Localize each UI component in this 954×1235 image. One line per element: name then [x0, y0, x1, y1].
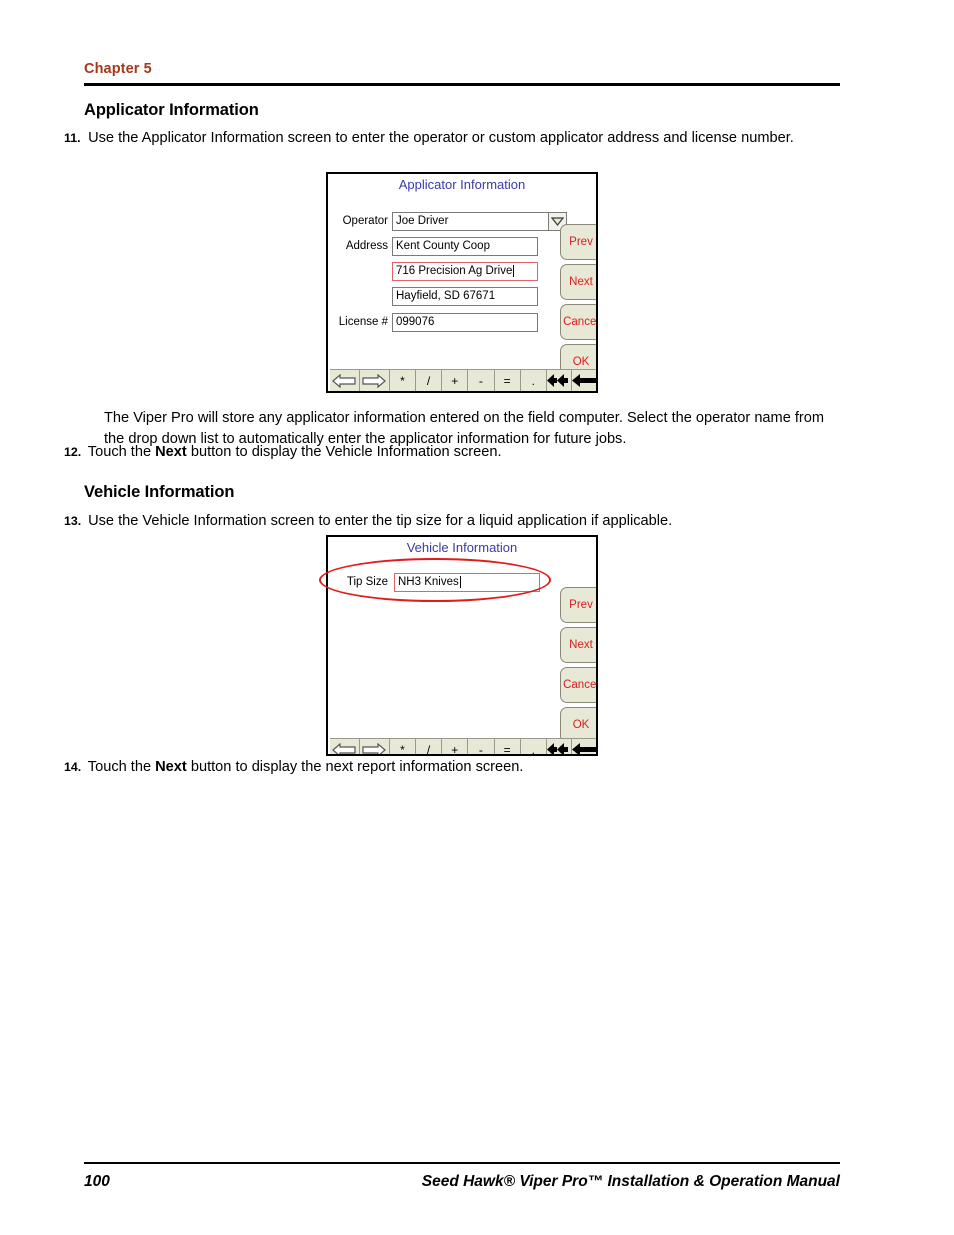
document-page: Chapter 5 Applicator Information 11. Use… [0, 0, 954, 1235]
right-arrow-outline-icon[interactable] [360, 739, 390, 754]
field-address-line3[interactable]: Hayfield, SD 67671 [392, 287, 538, 306]
dialog-title: Applicator Information [398, 177, 526, 192]
section-heading-vehicle-information: Vehicle Information [84, 483, 235, 501]
key-slash[interactable]: / [416, 370, 443, 391]
prev-button[interactable]: Prev [560, 224, 596, 260]
field-label-tip-size: Tip Size [346, 576, 388, 588]
section-heading-applicator-information: Applicator Information [84, 101, 259, 119]
next-button[interactable]: Next [560, 627, 596, 663]
step-12: 12. Touch the Next button to display the… [64, 444, 502, 460]
key-minus[interactable]: - [468, 370, 495, 391]
field-operator[interactable]: Joe Driver [392, 212, 567, 231]
footer-rule [84, 1162, 840, 1164]
keypad-toolbar: * / + - = . [330, 369, 596, 391]
step-13-text: Use the Vehicle Information screen to en… [88, 513, 673, 529]
prev-button[interactable]: Prev [560, 587, 596, 623]
key-slash[interactable]: / [416, 739, 443, 754]
figure-vehicle-information-screen: Vehicle Information Tip Size NH3 Knives … [326, 535, 598, 756]
step-14: 14. Touch the Next button to display the… [64, 759, 524, 775]
key-asterisk[interactable]: * [390, 370, 416, 391]
next-button[interactable]: Next [560, 264, 596, 300]
key-equals[interactable]: = [495, 370, 521, 391]
double-left-arrow-icon[interactable] [546, 370, 572, 391]
step-13: 13. Use the Vehicle Information screen t… [64, 513, 673, 529]
footer-page-number: 100 [84, 1173, 110, 1190]
left-arrow-outline-icon[interactable] [330, 739, 360, 754]
left-arrow-solid-icon[interactable] [572, 739, 596, 754]
step-14-text-post: button to display the next report inform… [186, 759, 524, 775]
dialog-title: Vehicle Information [406, 540, 518, 555]
left-arrow-outline-icon[interactable] [330, 370, 360, 391]
field-label-license-number: License # [338, 316, 388, 328]
field-address-line2[interactable]: 716 Precision Ag Drive [392, 262, 538, 281]
dialog-button-column: Prev Next Cancel OK [560, 587, 596, 747]
footer-manual-title: Seed Hawk® Viper Pro™ Installation & Ope… [421, 1173, 840, 1190]
step-12-text-post: button to display the Vehicle Informatio… [186, 444, 502, 460]
step-11: 11. Use the Applicator Information scree… [64, 130, 794, 146]
dialog-button-column: Prev Next Cancel OK [560, 224, 596, 384]
header-rule [84, 83, 840, 86]
key-period[interactable]: . [521, 370, 547, 391]
key-plus[interactable]: + [442, 370, 469, 391]
step-11-text: Use the Applicator Information screen to… [88, 130, 794, 146]
field-address-line1[interactable]: Kent County Coop [392, 237, 538, 256]
field-label-operator: Operator [342, 215, 388, 227]
key-equals[interactable]: = [495, 739, 521, 754]
key-period[interactable]: . [521, 739, 547, 754]
field-license-number[interactable]: 099076 [392, 313, 538, 332]
field-tip-size[interactable]: NH3 Knives [394, 573, 540, 592]
key-minus[interactable]: - [468, 739, 495, 754]
cancel-button[interactable]: Cancel [560, 667, 596, 703]
step-14-text-bold: Next [155, 759, 187, 775]
cancel-button[interactable]: Cancel [560, 304, 596, 340]
left-arrow-solid-icon[interactable] [572, 370, 596, 391]
step-12-text-pre: Touch the [87, 444, 156, 460]
step-14-text-pre: Touch the [87, 759, 156, 775]
right-arrow-outline-icon[interactable] [360, 370, 390, 391]
chapter-label: Chapter 5 [84, 61, 152, 77]
step-12-text-bold: Next [155, 444, 187, 460]
key-plus[interactable]: + [442, 739, 469, 754]
key-asterisk[interactable]: * [390, 739, 416, 754]
keypad-toolbar: * / + - = . [330, 738, 596, 754]
double-left-arrow-icon[interactable] [546, 739, 572, 754]
figure-applicator-information-screen: Applicator Information Operator Joe Driv… [326, 172, 598, 393]
field-label-address: Address [345, 240, 388, 252]
